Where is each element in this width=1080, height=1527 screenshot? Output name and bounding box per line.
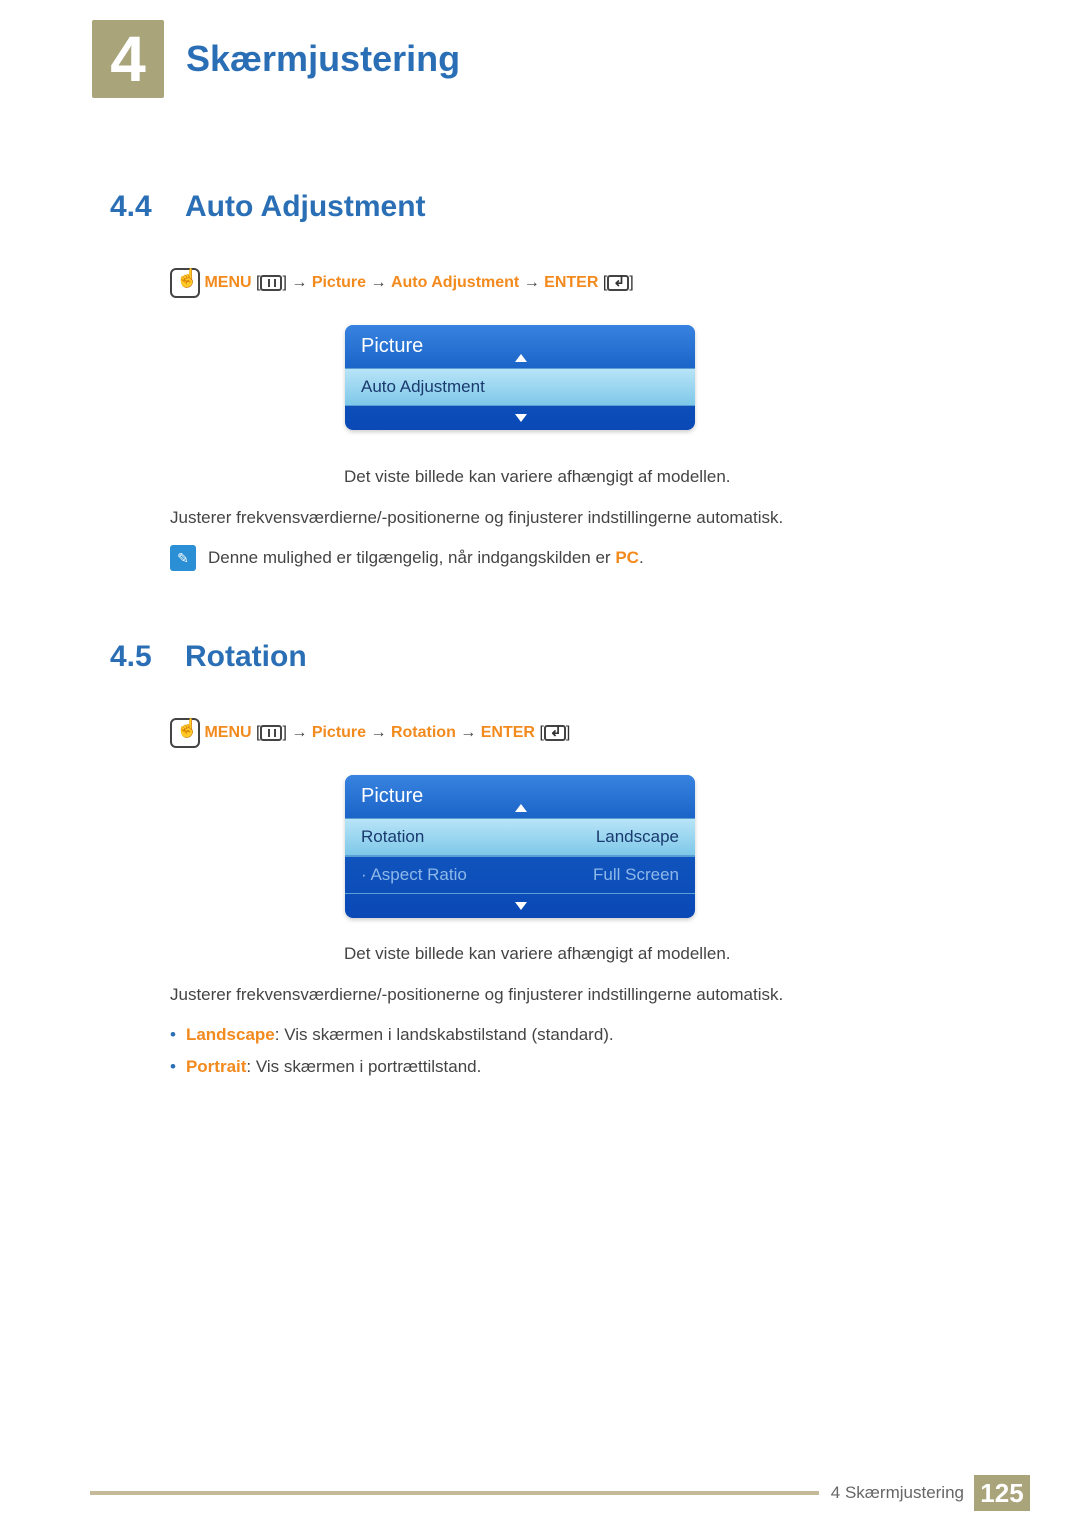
arrow-icon: →: [371, 724, 391, 741]
footer-bar: 4 Skærmjustering 125: [90, 1475, 1080, 1511]
section-title-auto-adjustment: Auto Adjustment: [185, 190, 426, 224]
osd-item-value: Landscape: [596, 827, 679, 847]
note-pc: PC: [615, 548, 639, 567]
osd-item-aspect-ratio: Aspect Ratio Full Screen: [345, 856, 695, 894]
arrow-icon: →: [291, 274, 307, 291]
enter-label: ENTER: [544, 274, 598, 291]
body-text-4-5: Justerer frekvensværdierne/-positionerne…: [170, 985, 783, 1005]
chapter-number-box: 4: [92, 20, 164, 98]
chapter-number: 4: [110, 22, 146, 96]
arrow-icon: →: [291, 724, 307, 741]
bullet-list-4-5: Landscape: Vis skærmen i landskabstilsta…: [170, 1025, 614, 1089]
bullet-text: : Vis skærmen i landskabstilstand (stand…: [275, 1025, 614, 1044]
arrow-icon: →: [460, 724, 480, 741]
hand-icon: [170, 718, 200, 748]
path-auto-adjustment: Auto Adjustment: [391, 274, 519, 291]
bullet-label: Portrait: [186, 1057, 246, 1076]
osd-footer: [345, 406, 695, 430]
footer-divider: [90, 1491, 819, 1495]
osd-item-value: Full Screen: [593, 865, 679, 885]
osd-header-text: Picture: [361, 335, 423, 357]
enter-icon: [544, 725, 566, 741]
arrow-icon: →: [524, 274, 544, 291]
bullet-landscape: Landscape: Vis skærmen i landskabstilsta…: [170, 1025, 614, 1045]
osd-header-text: Picture: [361, 785, 423, 807]
page-number: 125: [980, 1478, 1023, 1509]
chapter-title: Skærmjustering: [186, 38, 460, 80]
path-picture: Picture: [312, 274, 366, 291]
bracket: ]: [629, 274, 633, 291]
section-number-4-5: 4.5: [110, 640, 152, 674]
hand-icon: [170, 268, 200, 298]
menu-icon: [260, 725, 282, 741]
note-icon: [170, 545, 196, 571]
footer-chapter: 4 Skærmjustering: [831, 1483, 964, 1503]
arrow-icon: →: [371, 274, 391, 291]
menu-label: MENU: [204, 274, 251, 291]
enter-icon: [607, 275, 629, 291]
osd-item-rotation: Rotation Landscape: [345, 818, 695, 856]
bullet-text: : Vis skærmen i portrættilstand.: [246, 1057, 481, 1076]
menu-path-4-4: MENU [] → Picture → Auto Adjustment → EN…: [170, 268, 634, 298]
note-prefix: Denne mulighed er tilgængelig, når indga…: [208, 548, 615, 567]
arrow-up-icon: [515, 804, 527, 812]
menu-label: MENU: [204, 724, 251, 741]
section-number-4-4: 4.4: [110, 190, 152, 224]
caption-4-4: Det viste billede kan variere afhængigt …: [344, 467, 731, 487]
note-text-4-4: Denne mulighed er tilgængelig, når indga…: [208, 548, 644, 568]
menu-path-4-5: MENU [] → Picture → Rotation → ENTER []: [170, 718, 570, 748]
osd-item-label: Aspect Ratio: [361, 865, 467, 885]
osd-header: Picture: [345, 325, 695, 368]
arrow-up-icon: [515, 354, 527, 362]
osd-item-auto-adjustment: Auto Adjustment: [345, 368, 695, 406]
osd-panel-picture-1: Picture Auto Adjustment: [345, 325, 695, 430]
bullet-label: Landscape: [186, 1025, 275, 1044]
note-suffix: .: [639, 548, 644, 567]
section-title-rotation: Rotation: [185, 640, 307, 674]
path-rotation: Rotation: [391, 724, 456, 741]
footer-page-box: 125: [974, 1475, 1030, 1511]
body-text-4-4: Justerer frekvensværdierne/-positionerne…: [170, 508, 783, 528]
osd-item-label: Auto Adjustment: [361, 377, 485, 397]
path-picture: Picture: [312, 724, 366, 741]
osd-header: Picture: [345, 775, 695, 818]
arrow-down-icon: [515, 902, 527, 910]
osd-footer: [345, 894, 695, 918]
bullet-portrait: Portrait: Vis skærmen i portrættilstand.: [170, 1057, 614, 1077]
menu-icon: [260, 275, 282, 291]
arrow-down-icon: [515, 414, 527, 422]
osd-panel-picture-2: Picture Rotation Landscape Aspect Ratio …: [345, 775, 695, 918]
caption-4-5: Det viste billede kan variere afhængigt …: [344, 944, 731, 964]
osd-item-label: Rotation: [361, 827, 424, 847]
bracket: ]: [566, 724, 570, 741]
enter-label: ENTER: [481, 724, 535, 741]
